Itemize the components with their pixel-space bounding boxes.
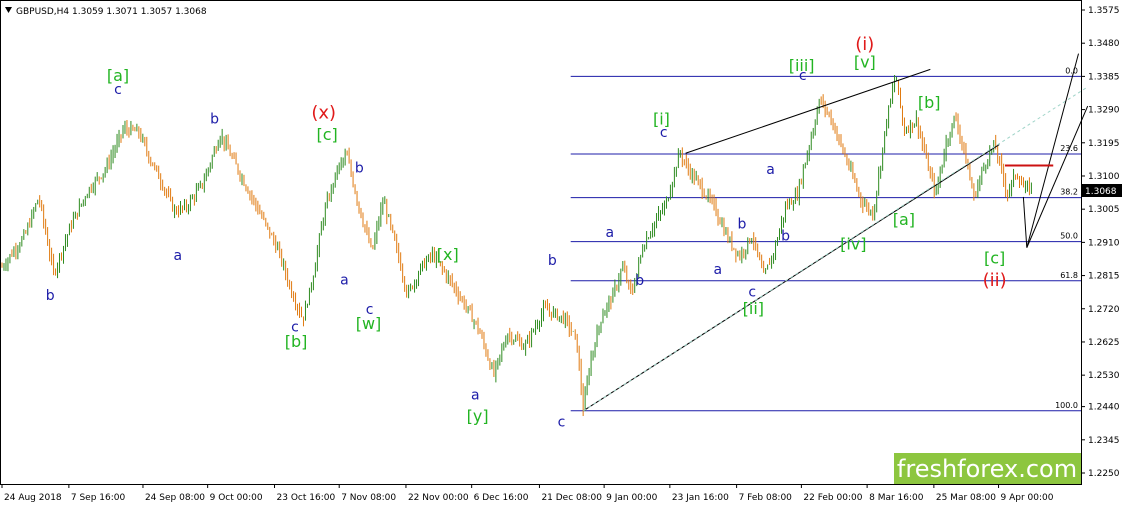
watermark: freshforex.com — [894, 453, 1081, 484]
current-price-label: 1.3068 — [1085, 187, 1117, 197]
x-tick-label: 22 Nov 00:00 — [408, 493, 469, 503]
wave-label: [b] — [918, 93, 941, 112]
wave-label: [a] — [893, 210, 915, 229]
y-tick-label: 1.3385 — [1088, 72, 1120, 82]
wave-label: [v] — [854, 53, 876, 72]
wave-label: c — [799, 68, 807, 84]
x-tick-label: 9 Oct 00:00 — [210, 493, 263, 503]
wave-label: b — [210, 112, 219, 128]
chart-window: 0.023.638.250.061.8100.0 [a]cbbac[b](x)[… — [0, 0, 1122, 509]
y-tick-label: 1.3005 — [1088, 205, 1120, 215]
y-tick-label: 1.2440 — [1088, 403, 1120, 413]
x-tick-label: 6 Dec 16:00 — [474, 493, 529, 503]
y-tick-label: 1.2625 — [1088, 338, 1120, 348]
x-tick-label: 23 Oct 16:00 — [277, 493, 336, 503]
wave-label: b — [548, 253, 557, 269]
y-tick-label: 1.3100 — [1088, 172, 1120, 182]
wave-label: [c] — [984, 248, 1005, 267]
y-tick-label: 1.3195 — [1088, 139, 1120, 149]
wave-label: c — [114, 82, 122, 98]
fib-label: 0.0 — [1065, 66, 1078, 75]
wave-label: a — [173, 248, 182, 264]
wave-label: c — [558, 415, 566, 431]
y-tick-label: 1.3575 — [1088, 6, 1120, 16]
fib-label: 61.8 — [1060, 271, 1078, 280]
x-tick-label: 7 Nov 08:00 — [341, 493, 396, 503]
fib-label: 100.0 — [1055, 401, 1078, 410]
wave-label: a — [471, 388, 480, 404]
wave-label: [b] — [285, 332, 308, 351]
wave-label: b — [355, 160, 364, 176]
chart-title-text: GBPUSD,H4 1.3059 1.3071 1.3057 1.3068 — [16, 7, 207, 17]
gbpusd-chart[interactable]: 0.023.638.250.061.8100.0 [a]cbbac[b](x)[… — [0, 0, 1122, 509]
x-tick-label: 8 Mar 16:00 — [869, 493, 924, 503]
x-tick-label: 21 Dec 08:00 — [541, 493, 602, 503]
wave-label: (x) — [311, 102, 336, 123]
x-tick-label: 23 Jan 16:00 — [672, 493, 729, 503]
wave-label: [x] — [437, 245, 459, 264]
wave-label: [y] — [467, 406, 489, 425]
current-price-marker: 1.3068 — [1082, 184, 1122, 197]
x-axis: 24 Aug 2018 7 Sep 16:00 24 Sep 08:00 9 Oct … — [1, 484, 1054, 503]
y-tick-label: 1.2250 — [1088, 469, 1120, 479]
x-tick-label: 25 Mar 08:00 — [936, 493, 996, 503]
wave-label: a — [713, 262, 722, 278]
wave-label: b — [46, 288, 55, 304]
wave-label: [w] — [356, 314, 382, 333]
x-tick-label: 24 Sep 08:00 — [145, 493, 205, 503]
y-tick-label: 1.2720 — [1088, 305, 1120, 315]
wave-label: [c] — [316, 125, 337, 144]
wave-label: b — [635, 273, 644, 289]
fib-label: 50.0 — [1060, 232, 1078, 241]
wave-label: a — [766, 162, 775, 178]
wave-label: (ii) — [983, 270, 1007, 291]
fib-label: 38.2 — [1060, 188, 1078, 197]
y-tick-label: 1.2345 — [1088, 436, 1120, 446]
x-tick-label: 7 Feb 08:00 — [739, 493, 793, 503]
x-tick-label: 22 Feb 00:00 — [803, 493, 862, 503]
wave-label: [iv] — [840, 234, 866, 253]
y-tick-label: 1.2910 — [1088, 238, 1120, 248]
wave-label: c — [660, 125, 668, 141]
wave-label: a — [340, 272, 349, 288]
wave-label: [ii] — [743, 299, 764, 318]
watermark-logo: freshforex.com — [897, 455, 1077, 483]
y-tick-label: 1.2530 — [1088, 371, 1120, 381]
x-tick-label: 7 Sep 16:00 — [71, 493, 126, 503]
wave-label: a — [605, 225, 614, 241]
wave-label: b — [781, 229, 790, 245]
y-tick-label: 1.3480 — [1088, 39, 1120, 49]
x-tick-label: 9 Jan 00:00 — [606, 493, 658, 503]
x-tick-label: 9 Apr 00:00 — [1001, 493, 1054, 503]
wave-label: b — [737, 216, 746, 232]
y-tick-label: 1.3290 — [1088, 106, 1120, 116]
y-axis: 1.3575 1.3480 1.3385 1.3290 1.3195 1.3100 1.30… — [1081, 6, 1120, 479]
chart-title: GBPUSD,H4 1.3059 1.3071 1.3057 1.3068 — [5, 7, 207, 17]
y-tick-label: 1.2815 — [1088, 272, 1120, 282]
x-tick-label: 24 Aug 2018 — [4, 493, 62, 503]
